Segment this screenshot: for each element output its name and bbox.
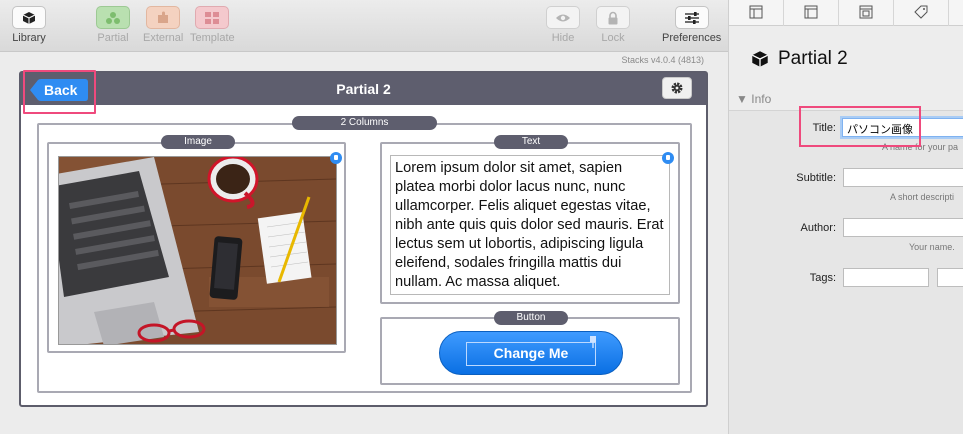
author-hint: Your name. xyxy=(909,242,955,252)
library-tool[interactable]: Library xyxy=(12,6,46,44)
preferences-button[interactable] xyxy=(674,6,709,29)
partial-cubes-icon xyxy=(106,11,120,24)
version-text: Stacks v4.0.4 (4813) xyxy=(621,55,704,65)
tab-stack[interactable] xyxy=(839,0,894,26)
cube-icon xyxy=(22,11,36,24)
tags-input-2[interactable] xyxy=(937,268,963,287)
hide-label: Hide xyxy=(551,32,575,44)
info-section-label: Info xyxy=(751,92,772,106)
lock-tool[interactable]: Lock xyxy=(596,6,630,44)
preferences-label: Preferences xyxy=(662,32,722,44)
library-button[interactable] xyxy=(12,6,46,29)
sliders-icon xyxy=(684,11,699,24)
inspector-title-text: Partial 2 xyxy=(778,48,848,69)
disclosure-triangle-icon: ▼ xyxy=(736,92,748,106)
tab-page[interactable] xyxy=(784,0,839,26)
partial-tool[interactable]: Partial xyxy=(96,6,130,44)
inspector-panel: Partial 2 ▼ Info Title: パソコン画像 A name fo… xyxy=(728,0,963,434)
author-field-label: Author: xyxy=(800,222,836,234)
stacks-app: Library Partial External Template Hide L… xyxy=(0,0,728,434)
gear-icon xyxy=(671,82,683,94)
lock-label: Lock xyxy=(601,32,625,44)
button-pill: Button xyxy=(494,311,568,325)
columns-pill: 2 Columns xyxy=(292,116,437,130)
toolbar: Library Partial External Template Hide L… xyxy=(0,0,728,52)
layout-icon xyxy=(749,5,763,19)
text-pill: Text xyxy=(494,135,568,149)
back-highlight-annotation xyxy=(23,70,96,114)
external-button[interactable] xyxy=(146,6,181,29)
settings-button[interactable] xyxy=(662,77,692,99)
tab-layout[interactable] xyxy=(729,0,784,26)
external-label: External xyxy=(143,32,184,44)
hide-button[interactable] xyxy=(546,6,580,29)
tag-icon xyxy=(914,5,928,19)
template-label: Template xyxy=(190,32,235,44)
external-tool[interactable]: External xyxy=(143,6,183,44)
pin-icon xyxy=(590,336,596,348)
template-button[interactable] xyxy=(195,6,230,29)
subtitle-input[interactable] xyxy=(843,168,963,187)
template-tool[interactable]: Template xyxy=(190,6,235,44)
info-section-header[interactable]: ▼ Info xyxy=(736,92,771,106)
partial-label: Partial xyxy=(97,32,129,44)
page-icon xyxy=(804,5,818,19)
editor-title: Partial 2 xyxy=(336,81,391,97)
stack-icon xyxy=(859,5,873,19)
lock-button[interactable] xyxy=(596,6,630,29)
editor-header: Partial 2 Back xyxy=(21,73,706,105)
tab-tags[interactable] xyxy=(894,0,949,26)
preferences-tool[interactable]: Preferences xyxy=(662,6,721,44)
subtitle-field-label: Subtitle: xyxy=(796,172,836,184)
subtitle-hint: A short descripti xyxy=(890,192,955,202)
text-pin-icon[interactable] xyxy=(662,152,674,164)
text-content[interactable]: Lorem ipsum dolor sit amet, sapien plate… xyxy=(390,155,670,295)
inspector-title: Partial 2 xyxy=(751,48,848,70)
grid-icon xyxy=(205,11,220,24)
laptop-desk-photo[interactable] xyxy=(58,156,337,345)
partial-editor: Partial 2 Back 2 Columns Image Text Lore… xyxy=(19,70,708,407)
partial-button[interactable] xyxy=(96,6,130,29)
library-label: Library xyxy=(12,32,46,44)
title-highlight-annotation xyxy=(799,106,921,147)
inspector-tabs xyxy=(729,0,963,26)
laptop-desk-image xyxy=(59,157,336,344)
tags-field-label: Tags: xyxy=(809,272,836,284)
change-me-button[interactable]: Change Me xyxy=(439,331,623,375)
eye-icon xyxy=(556,14,570,21)
author-input[interactable] xyxy=(843,218,963,237)
cube-icon xyxy=(751,51,769,67)
image-pill: Image xyxy=(161,135,235,149)
puzzle-icon xyxy=(158,11,169,23)
tags-input[interactable] xyxy=(843,268,929,287)
hide-tool[interactable]: Hide xyxy=(546,6,580,44)
image-pin-icon[interactable] xyxy=(330,152,342,164)
lock-icon xyxy=(608,11,618,24)
